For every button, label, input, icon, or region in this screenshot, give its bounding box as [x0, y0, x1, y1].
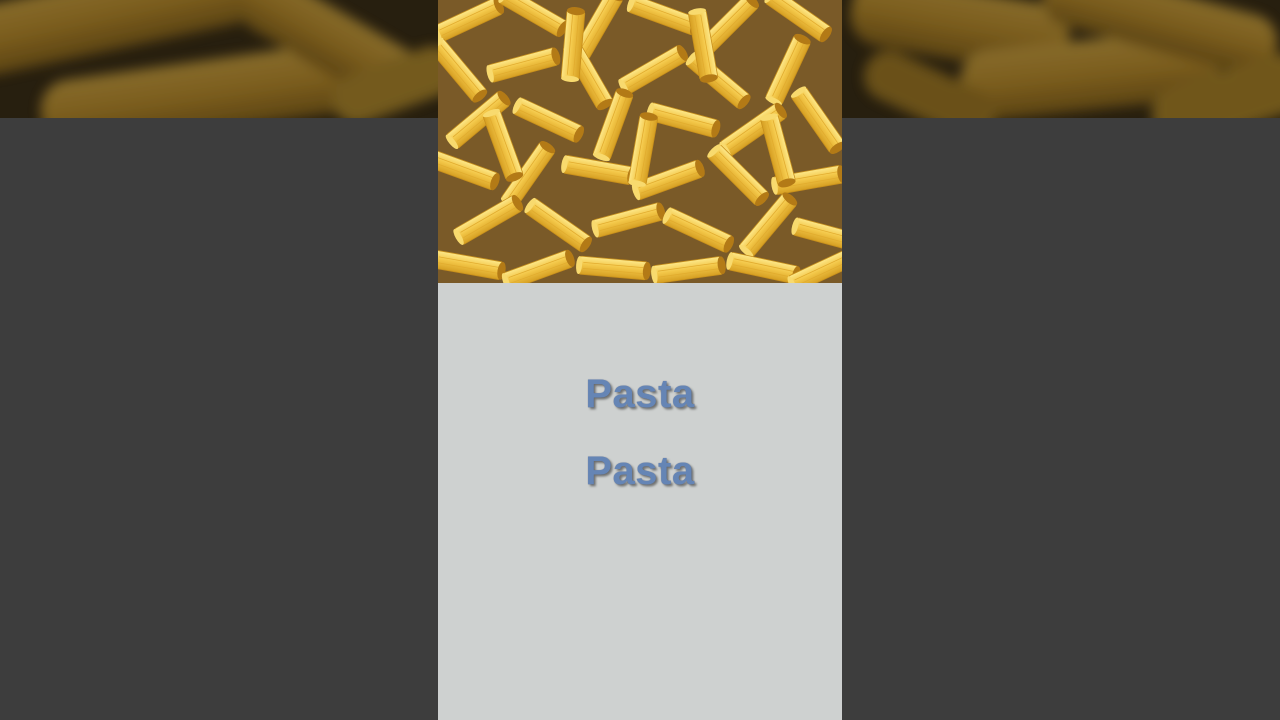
caption-word-1: Pasta	[585, 372, 695, 416]
video-panel: Pasta Pasta	[438, 0, 842, 720]
caption-word-2: Pasta	[585, 449, 695, 493]
pasta-penne-image	[438, 0, 842, 283]
video-frame[interactable]: Pasta Pasta	[0, 0, 1280, 720]
